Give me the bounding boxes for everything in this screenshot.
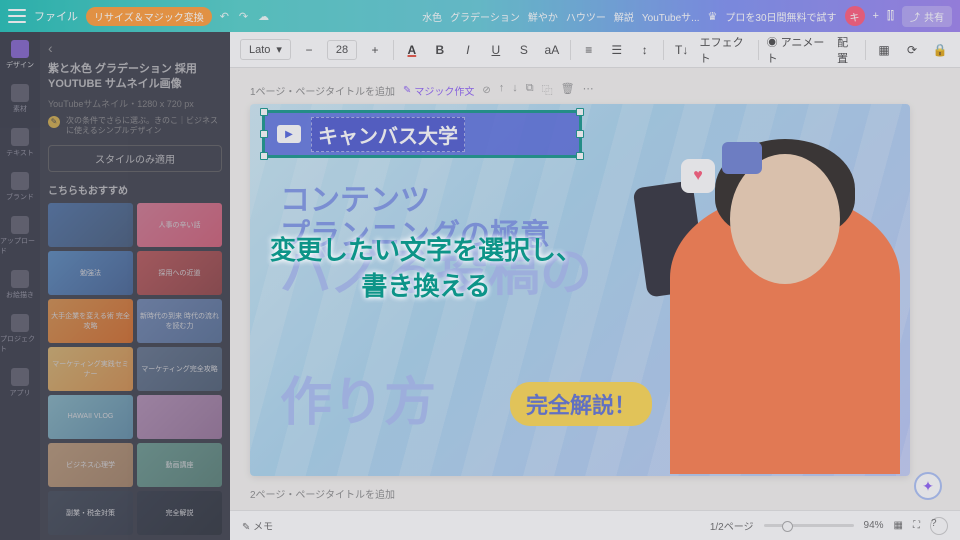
footer-bar: ✎ メモ 1/2ページ 94% ▦ ⛶ ? bbox=[230, 510, 960, 540]
rail-text[interactable]: テキスト bbox=[6, 128, 34, 158]
bold-button[interactable]: B bbox=[430, 39, 450, 61]
template-thumb[interactable]: 副業・税金対策 bbox=[48, 491, 133, 535]
rail-projects[interactable]: プロジェクト bbox=[0, 314, 40, 354]
case-button[interactable]: aA bbox=[542, 39, 562, 61]
vertical-text[interactable]: T↓ bbox=[672, 39, 692, 61]
italic-button[interactable]: I bbox=[458, 39, 478, 61]
move-up-icon[interactable]: ↑ bbox=[499, 82, 505, 98]
template-thumb[interactable]: 動画講座 bbox=[137, 443, 222, 487]
template-thumb[interactable]: 採用への近道 bbox=[137, 251, 222, 295]
fab-add[interactable]: ✦ bbox=[914, 472, 942, 500]
badge-text[interactable]: 完全解説！ bbox=[510, 382, 652, 426]
help-icon[interactable]: ? bbox=[930, 517, 948, 535]
template-meta: YouTubeサムネイル・1280 x 720 px bbox=[48, 97, 222, 110]
tutorial-instruction: 変更したい文字を選択し、 書き換える bbox=[270, 232, 582, 305]
font-select[interactable]: Lato▾ bbox=[240, 39, 291, 60]
template-thumb[interactable]: ビジネス心理学 bbox=[48, 443, 133, 487]
duplicate-icon[interactable]: ⿻ bbox=[542, 82, 553, 98]
template-title: 紫と水色 グラデーション 採用 YOUTUBE サムネイル画像 bbox=[48, 62, 222, 93]
link-icon[interactable]: ⟳ bbox=[902, 39, 922, 61]
text-color[interactable]: A bbox=[402, 39, 422, 61]
list-button[interactable]: ☰ bbox=[607, 39, 627, 61]
person-image[interactable] bbox=[630, 134, 910, 474]
undo-icon[interactable]: ↶ bbox=[220, 10, 229, 23]
page-2-label[interactable]: 2ページ・ページタイトルを追加 bbox=[250, 486, 940, 501]
effects-button[interactable]: エフェクト bbox=[700, 34, 750, 66]
lock-icon[interactable]: 🔒 bbox=[930, 39, 950, 61]
text-toolbar: Lato▾ − 28 + A B I U S aA ≡ ☰ ↕ T↓ エフェクト… bbox=[230, 32, 960, 68]
sidebar: ‹ 紫と水色 グラデーション 採用 YOUTUBE サムネイル画像 YouTub… bbox=[40, 32, 230, 540]
notes-button[interactable]: ✎ メモ bbox=[242, 518, 273, 533]
fullscreen-icon[interactable]: ⛶ bbox=[913, 520, 920, 531]
magic-write[interactable]: ✎ マジック作文 bbox=[403, 83, 474, 98]
plus-icon[interactable]: + bbox=[873, 10, 879, 22]
analytics-icon[interactable]: ⫿⫿ bbox=[887, 10, 894, 23]
zoom-value[interactable]: 94% bbox=[864, 520, 884, 531]
share-button[interactable]: ⤴共有 bbox=[902, 6, 952, 27]
template-thumb[interactable]: マーケティング実践セミナー bbox=[48, 347, 133, 391]
rail-design[interactable]: デザイン bbox=[6, 40, 34, 70]
transparency-icon[interactable]: ▦ bbox=[874, 39, 894, 61]
left-rail: デザイン 素材 テキスト ブランド アップロード お絵描き プロジェクト アプリ bbox=[0, 32, 40, 540]
rail-draw[interactable]: お絵描き bbox=[6, 270, 34, 300]
strike-button[interactable]: S bbox=[514, 39, 534, 61]
template-thumb[interactable]: 新時代の到来 時代の流れを読む力 bbox=[137, 299, 222, 343]
back-icon[interactable]: ‹ bbox=[48, 40, 222, 56]
template-thumb[interactable] bbox=[137, 395, 222, 439]
apply-style-button[interactable]: スタイルのみ適用 bbox=[48, 145, 222, 172]
underline-button[interactable]: U bbox=[486, 39, 506, 61]
redo-icon[interactable]: ↷ bbox=[239, 10, 248, 23]
chevron-down-icon: ▾ bbox=[276, 43, 282, 56]
template-thumb[interactable]: HAWAII VLOG bbox=[48, 395, 133, 439]
editing-text[interactable]: キャンバス大学 bbox=[311, 117, 465, 152]
play-icon: ▶ bbox=[277, 125, 301, 143]
template-thumb[interactable]: マーケティング完全攻略 bbox=[137, 347, 222, 391]
font-size[interactable]: 28 bbox=[327, 40, 357, 60]
template-thumb[interactable]: 人事の辛い話 bbox=[137, 203, 222, 247]
template-thumb[interactable] bbox=[48, 203, 133, 247]
trial-button[interactable]: プロを30日間無料で試す bbox=[725, 9, 836, 24]
heart-icon[interactable]: ♥ bbox=[681, 159, 715, 193]
recommend-heading: こちらもおすすめ bbox=[48, 182, 222, 197]
top-bar: ファイル リサイズ＆マジック変換 ↶ ↷ ☁ 水色 グラデーション 鮮やか ハウ… bbox=[0, 0, 960, 32]
file-menu[interactable]: ファイル bbox=[34, 8, 78, 24]
tip-text: 次の条件でさらに選ぶ。きのこ｜ビジネスに使えるシンプルデザイン bbox=[66, 116, 222, 137]
position-button[interactable]: 配置 bbox=[837, 34, 857, 66]
crown-icon: ♛ bbox=[708, 10, 718, 23]
page-1-label[interactable]: 1ページ・ページタイトルを追加 bbox=[250, 83, 395, 98]
canvas-text-3[interactable]: 作り方 bbox=[280, 374, 436, 434]
template-thumb[interactable]: 大手企業を変える術 完全攻略 bbox=[48, 299, 133, 343]
cloud-icon: ☁ bbox=[258, 10, 269, 23]
tags: 水色 グラデーション 鮮やか ハウツー 解説 YouTubeサ... bbox=[422, 9, 699, 24]
avatar[interactable]: キ bbox=[845, 6, 865, 26]
animate-button[interactable]: ◉ アニメート bbox=[767, 34, 830, 66]
folder-icon[interactable]: ⧉ bbox=[526, 82, 534, 98]
info-icon: ✎ bbox=[48, 116, 60, 128]
page-indicator[interactable]: 1/2ページ bbox=[710, 518, 754, 533]
chat-icon[interactable] bbox=[722, 142, 762, 174]
rail-apps[interactable]: アプリ bbox=[10, 368, 31, 398]
align-button[interactable]: ≡ bbox=[579, 39, 599, 61]
template-grid: 人事の辛い話 勉強法 採用への近道 大手企業を変える術 完全攻略 新時代の到来 … bbox=[48, 203, 222, 535]
more-icon[interactable]: ⋯ bbox=[583, 82, 594, 98]
resize-button[interactable]: リサイズ＆マジック変換 bbox=[86, 7, 212, 26]
rail-elements[interactable]: 素材 bbox=[11, 84, 29, 114]
grid-view-icon[interactable]: ▦ bbox=[894, 520, 903, 531]
size-minus[interactable]: − bbox=[299, 39, 319, 61]
selected-text-box[interactable]: ▶ キャンバス大学 bbox=[262, 110, 582, 158]
move-down-icon[interactable]: ↓ bbox=[512, 82, 518, 98]
template-thumb[interactable]: 勉強法 bbox=[48, 251, 133, 295]
rail-upload[interactable]: アップロード bbox=[0, 216, 40, 256]
delete-icon[interactable]: 🗑 bbox=[561, 82, 575, 98]
zoom-slider[interactable] bbox=[764, 524, 854, 527]
template-thumb[interactable]: 完全解説 bbox=[137, 491, 222, 535]
link-icon[interactable]: ⊘ bbox=[482, 85, 490, 96]
spacing-button[interactable]: ↕ bbox=[635, 39, 655, 61]
menu-icon[interactable] bbox=[8, 9, 26, 23]
size-plus[interactable]: + bbox=[365, 39, 385, 61]
rail-brand[interactable]: ブランド bbox=[6, 172, 34, 202]
